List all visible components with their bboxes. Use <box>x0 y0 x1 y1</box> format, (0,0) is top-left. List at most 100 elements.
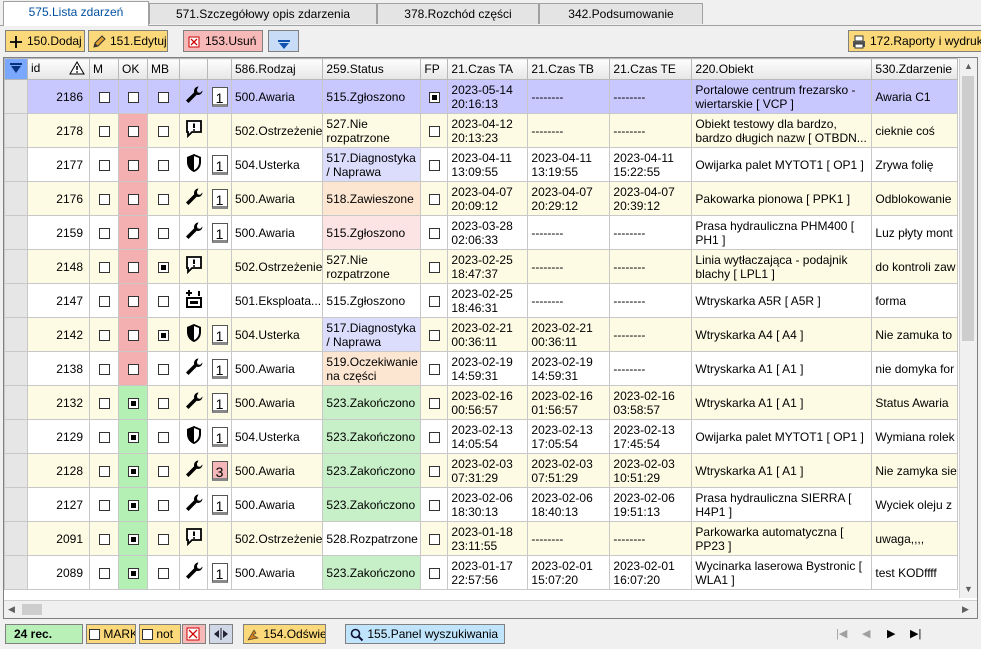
refresh-button[interactable]: 154.Odśwież <box>243 624 326 644</box>
ok-checkbox[interactable] <box>127 397 139 409</box>
cell-mb[interactable] <box>147 79 180 114</box>
row-selector[interactable] <box>4 79 28 114</box>
table-row[interactable]: 2091 502.Ostrzeżenie 528.Rozpatrzone 2023-0… <box>4 521 959 556</box>
cell-fp[interactable] <box>420 317 449 352</box>
table-row[interactable]: 2147 501.Eksploata... 515.Zgłoszono 2023-02… <box>4 283 959 318</box>
scroll-down-icon[interactable]: ▼ <box>964 584 973 594</box>
cell-mb[interactable] <box>147 351 180 386</box>
cell-mb[interactable] <box>147 419 180 454</box>
cell-fp[interactable] <box>420 487 449 522</box>
m-checkbox[interactable] <box>98 431 110 443</box>
cell-mb[interactable] <box>147 283 180 318</box>
fp-checkbox[interactable] <box>428 431 440 443</box>
header-selector[interactable] <box>4 58 28 80</box>
ok-checkbox[interactable] <box>127 431 139 443</box>
row-selector[interactable] <box>4 215 28 250</box>
last-record-icon[interactable]: ▶| <box>910 627 921 640</box>
fp-checkbox[interactable] <box>428 193 440 205</box>
cell-fp[interactable] <box>420 453 449 488</box>
table-row[interactable]: 2089 1 500.Awaria 523.Zakończono 2023-01-17 … <box>4 555 959 590</box>
tab-event-list[interactable]: 575.Lista zdarzeń <box>3 1 149 26</box>
fp-checkbox[interactable] <box>428 91 440 103</box>
m-checkbox[interactable] <box>98 533 110 545</box>
tab-summary[interactable]: 342.Podsumowanie <box>539 3 703 24</box>
mb-checkbox[interactable] <box>158 465 169 477</box>
cell-ok[interactable] <box>118 113 148 148</box>
row-selector[interactable] <box>4 147 28 182</box>
col-header-czas-te[interactable]: 21.Czas TE <box>609 58 693 80</box>
mb-checkbox[interactable] <box>158 159 169 171</box>
fp-checkbox[interactable] <box>428 465 440 477</box>
mb-checkbox[interactable] <box>158 261 169 273</box>
fp-checkbox[interactable] <box>428 125 440 137</box>
scroll-left-icon[interactable]: ◀ <box>8 604 15 615</box>
cell-m[interactable] <box>89 555 119 590</box>
fp-checkbox[interactable] <box>428 227 440 239</box>
table-row[interactable]: 2177 1 504.Usterka 517.Diagnostyka / Napraw… <box>4 147 959 182</box>
cell-m[interactable] <box>89 317 119 352</box>
cell-m[interactable] <box>89 453 119 488</box>
cell-ok[interactable] <box>118 453 148 488</box>
fp-checkbox[interactable] <box>428 261 440 273</box>
col-header-id[interactable]: id <box>27 58 90 80</box>
cell-mb[interactable] <box>147 385 180 420</box>
cell-fp[interactable] <box>420 351 449 386</box>
fp-checkbox[interactable] <box>428 397 440 409</box>
mark-checkbox[interactable] <box>89 629 100 641</box>
cell-ok[interactable] <box>118 79 148 114</box>
cell-fp[interactable] <box>420 215 449 250</box>
cell-ok[interactable] <box>118 181 148 216</box>
mb-checkbox[interactable] <box>158 397 169 409</box>
ok-checkbox[interactable] <box>127 227 139 239</box>
horizontal-scrollbar[interactable]: ◀ ▶ <box>4 600 977 618</box>
row-selector[interactable] <box>4 521 28 556</box>
m-checkbox[interactable] <box>98 295 110 307</box>
m-checkbox[interactable] <box>98 159 110 171</box>
mb-checkbox[interactable] <box>158 499 169 511</box>
row-selector[interactable] <box>4 555 28 590</box>
ok-checkbox[interactable] <box>127 159 139 171</box>
fp-checkbox[interactable] <box>428 329 440 341</box>
cell-mb[interactable] <box>147 317 180 352</box>
table-row[interactable]: 2128 3 500.Awaria 523.Zakończono 2023-02-03 … <box>4 453 959 488</box>
mb-checkbox[interactable] <box>158 329 169 341</box>
edit-button[interactable]: 151.Edytuj <box>88 30 168 52</box>
cell-mb[interactable] <box>147 487 180 522</box>
col-header-rodzaj[interactable]: 586.Rodzaj <box>230 58 324 80</box>
row-selector[interactable] <box>4 181 28 216</box>
ok-checkbox[interactable] <box>127 363 139 375</box>
cell-fp[interactable] <box>420 113 449 148</box>
scroll-up-icon[interactable]: ▲ <box>964 61 973 71</box>
cell-ok[interactable] <box>118 419 148 454</box>
cell-m[interactable] <box>89 79 119 114</box>
cell-m[interactable] <box>89 419 119 454</box>
cell-fp[interactable] <box>420 555 449 590</box>
col-header-fp[interactable]: FP <box>420 58 449 80</box>
cell-fp[interactable] <box>420 521 449 556</box>
mb-checkbox[interactable] <box>158 363 169 375</box>
cell-m[interactable] <box>89 351 119 386</box>
table-row[interactable]: 2129 1 504.Usterka 523.Zakończono 2023-02-13… <box>4 419 959 454</box>
table-row[interactable]: 2178 502.Ostrzeżenie 527.Nie rozpatrzone 20… <box>4 113 959 148</box>
cell-ok[interactable] <box>118 317 148 352</box>
table-row[interactable]: 2148 502.Ostrzeżenie 527.Nie rozpatrzone 20… <box>4 249 959 284</box>
fp-checkbox[interactable] <box>428 567 440 579</box>
m-checkbox[interactable] <box>98 363 110 375</box>
table-row[interactable]: 2142 1 504.Usterka 517.Diagnostyka / Napraw… <box>4 317 959 352</box>
cell-m[interactable] <box>89 521 119 556</box>
fp-checkbox[interactable] <box>428 295 440 307</box>
row-selector[interactable] <box>4 487 28 522</box>
row-selector[interactable] <box>4 249 28 284</box>
cell-ok[interactable] <box>118 215 148 250</box>
cell-mb[interactable] <box>147 249 180 284</box>
filter-dropdown-button[interactable] <box>268 30 299 52</box>
cell-m[interactable] <box>89 113 119 148</box>
vertical-scrollbar[interactable]: ▲ ▼ <box>959 58 977 598</box>
mb-checkbox[interactable] <box>158 295 169 307</box>
table-row[interactable]: 2176 1 500.Awaria 518.Zawieszone 2023-04-07 … <box>4 181 959 216</box>
ok-checkbox[interactable] <box>127 465 139 477</box>
ok-checkbox[interactable] <box>127 193 139 205</box>
col-header-m[interactable]: M <box>89 58 119 80</box>
cell-mb[interactable] <box>147 453 180 488</box>
ok-checkbox[interactable] <box>127 125 139 137</box>
